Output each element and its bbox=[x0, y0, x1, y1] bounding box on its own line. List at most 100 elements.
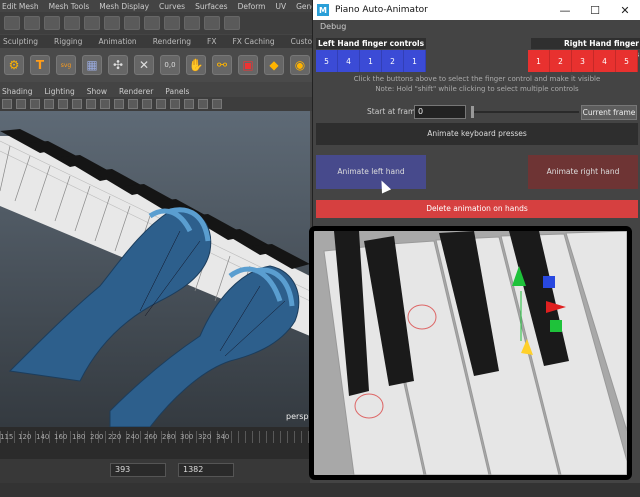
maya-logo-icon: M bbox=[317, 4, 329, 16]
command-line[interactable] bbox=[0, 483, 640, 497]
tab-fx-caching[interactable]: FX Caching bbox=[232, 37, 274, 46]
range-end-field[interactable]: 1382 bbox=[178, 463, 234, 477]
paint-icon[interactable]: ▣ bbox=[238, 55, 258, 75]
left-finger-button[interactable]: 1 bbox=[360, 50, 382, 72]
shaded-icon[interactable] bbox=[58, 99, 68, 109]
timeline-tick-label: 140 bbox=[36, 433, 50, 441]
tool-icon[interactable] bbox=[164, 16, 180, 30]
tool-icon[interactable] bbox=[4, 16, 20, 30]
grid-icon[interactable]: ▦ bbox=[82, 55, 102, 75]
tool-icon[interactable] bbox=[124, 16, 140, 30]
wireframe-icon[interactable] bbox=[44, 99, 54, 109]
tool-icon[interactable] bbox=[44, 16, 60, 30]
animate-left-hand-button[interactable]: Animate left hand bbox=[316, 155, 426, 189]
menu-panels[interactable]: Panels bbox=[165, 87, 189, 96]
menu-debug[interactable]: Debug bbox=[313, 20, 640, 34]
tool-icon[interactable] bbox=[84, 16, 100, 30]
tool-icon[interactable] bbox=[24, 16, 40, 30]
grid-icon[interactable] bbox=[30, 99, 40, 109]
right-finger-button[interactable]: 1 bbox=[528, 50, 550, 72]
timeline-numbers: 115 120 140 160 180 200 220 240 260 280 … bbox=[0, 433, 310, 441]
tab-sculpting[interactable]: Sculpting bbox=[3, 37, 38, 46]
maximize-icon[interactable]: ☐ bbox=[580, 4, 610, 17]
current-frame-button[interactable]: Current frame bbox=[581, 105, 637, 120]
right-finger-button[interactable]: 2 bbox=[550, 50, 572, 72]
tool-icon[interactable] bbox=[224, 16, 240, 30]
filmgate-icon[interactable] bbox=[212, 99, 222, 109]
svg-icon[interactable]: svg bbox=[56, 55, 76, 75]
range-start-field[interactable]: 393 bbox=[110, 463, 166, 477]
menu-edit-mesh[interactable]: Edit Mesh bbox=[2, 2, 39, 11]
menu-curves[interactable]: Curves bbox=[159, 2, 185, 11]
tab-animation[interactable]: Animation bbox=[98, 37, 136, 46]
tab-fx[interactable]: FX bbox=[207, 37, 216, 46]
start-frame-slider[interactable] bbox=[471, 111, 579, 113]
left-hand-label: Left Hand finger controls bbox=[316, 38, 426, 49]
tool-icon[interactable] bbox=[144, 16, 160, 30]
viewport-camera-label: persp bbox=[286, 412, 309, 421]
shadow-icon[interactable] bbox=[100, 99, 110, 109]
slider-handle[interactable] bbox=[471, 106, 474, 118]
pivot-icon[interactable]: ✣ bbox=[108, 55, 128, 75]
start-frame-input[interactable]: 0 bbox=[414, 105, 466, 119]
ao-icon[interactable] bbox=[142, 99, 152, 109]
menu-deform[interactable]: Deform bbox=[238, 2, 266, 11]
xray-icon[interactable] bbox=[114, 99, 124, 109]
texture-icon[interactable] bbox=[72, 99, 82, 109]
maya-menubar: Edit Mesh Mesh Tools Mesh Display Curves… bbox=[0, 0, 320, 12]
timeline-tick-label: 300 bbox=[180, 433, 194, 441]
light-icon[interactable] bbox=[86, 99, 96, 109]
transform-icon[interactable]: ✕ bbox=[134, 55, 154, 75]
camera-icon[interactable] bbox=[16, 99, 26, 109]
left-finger-button[interactable]: 4 bbox=[338, 50, 360, 72]
cluster-icon[interactable]: ◉ bbox=[290, 55, 310, 75]
shift-note-text: Note: Hold "shift" while clicking to sel… bbox=[375, 85, 579, 93]
right-finger-button[interactable]: 5 bbox=[616, 50, 638, 72]
skin-icon[interactable]: ✋ bbox=[186, 55, 206, 75]
left-finger-button[interactable]: 1 bbox=[404, 50, 426, 72]
minimize-icon[interactable]: — bbox=[550, 4, 580, 17]
window-title: Piano Auto-Animator bbox=[335, 5, 428, 15]
freeze-icon[interactable]: 0,0 bbox=[160, 55, 180, 75]
animate-right-hand-button[interactable]: Animate right hand bbox=[528, 155, 638, 189]
closeup-inset bbox=[309, 226, 632, 480]
menu-show[interactable]: Show bbox=[87, 87, 107, 96]
time-slider[interactable]: 115 120 140 160 180 200 220 240 260 280 … bbox=[0, 427, 310, 459]
menu-lighting[interactable]: Lighting bbox=[44, 87, 74, 96]
text-icon[interactable]: T bbox=[30, 55, 50, 75]
tool-icon[interactable] bbox=[104, 16, 120, 30]
joint-icon[interactable]: ⚙ bbox=[4, 55, 24, 75]
left-finger-button[interactable]: 2 bbox=[382, 50, 404, 72]
animate-keyboard-button[interactable]: Animate keyboard presses bbox=[316, 123, 638, 145]
menu-uv[interactable]: UV bbox=[275, 2, 286, 11]
left-finger-button[interactable]: 5 bbox=[316, 50, 338, 72]
timeline-tick-label: 120 bbox=[18, 433, 32, 441]
closeup-keys-scene bbox=[314, 231, 627, 475]
menu-renderer[interactable]: Renderer bbox=[119, 87, 153, 96]
timeline-tick-label: 180 bbox=[72, 433, 86, 441]
perspective-viewport[interactable] bbox=[0, 111, 310, 427]
close-icon[interactable]: ✕ bbox=[610, 4, 640, 17]
menu-surfaces[interactable]: Surfaces bbox=[195, 2, 227, 11]
status-line bbox=[0, 12, 320, 34]
delete-animation-button[interactable]: Delete animation on hands bbox=[316, 200, 638, 218]
tab-rigging[interactable]: Rigging bbox=[54, 37, 82, 46]
isolate-icon[interactable] bbox=[128, 99, 138, 109]
aa-icon[interactable] bbox=[156, 99, 166, 109]
menu-mesh-display[interactable]: Mesh Display bbox=[99, 2, 149, 11]
right-finger-button[interactable]: 3 bbox=[572, 50, 594, 72]
camera-icon[interactable] bbox=[2, 99, 12, 109]
stereo-icon[interactable] bbox=[198, 99, 208, 109]
tab-rendering[interactable]: Rendering bbox=[153, 37, 191, 46]
menu-shading[interactable]: Shading bbox=[2, 87, 32, 96]
right-finger-button[interactable]: 4 bbox=[594, 50, 616, 72]
gate-icon[interactable] bbox=[184, 99, 194, 109]
hud-icon[interactable] bbox=[170, 99, 180, 109]
tool-icon[interactable] bbox=[184, 16, 200, 30]
tool-icon[interactable] bbox=[64, 16, 80, 30]
viewport-toolbar bbox=[0, 97, 320, 111]
deform-icon[interactable]: ◆ bbox=[264, 55, 284, 75]
bind-icon[interactable]: ⚯ bbox=[212, 55, 232, 75]
tool-icon[interactable] bbox=[204, 16, 220, 30]
menu-mesh-tools[interactable]: Mesh Tools bbox=[49, 2, 90, 11]
